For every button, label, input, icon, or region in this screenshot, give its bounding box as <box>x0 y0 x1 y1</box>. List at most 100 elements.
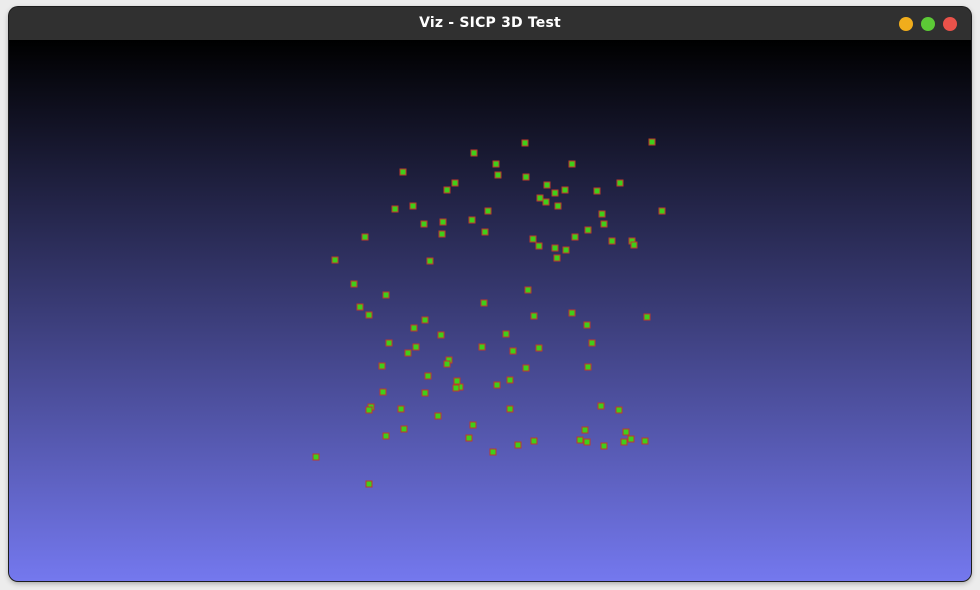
point-marker <box>421 389 429 397</box>
close-button[interactable] <box>943 17 957 31</box>
point-marker <box>385 339 393 347</box>
point-marker <box>521 139 529 147</box>
point-marker <box>522 173 530 181</box>
point-marker <box>361 233 369 241</box>
point-marker <box>453 377 461 385</box>
point-marker <box>382 291 390 299</box>
point-marker <box>583 438 591 446</box>
point-marker <box>399 168 407 176</box>
point-marker <box>630 241 638 249</box>
point-marker <box>465 434 473 442</box>
point-marker <box>437 331 445 339</box>
point-marker <box>478 343 486 351</box>
point-marker <box>658 207 666 215</box>
point-marker <box>365 480 373 488</box>
point-marker <box>568 160 576 168</box>
point-marker <box>484 207 492 215</box>
point-marker <box>451 179 459 187</box>
point-marker <box>562 246 570 254</box>
point-marker <box>410 324 418 332</box>
point-marker <box>400 425 408 433</box>
point-marker <box>588 339 596 347</box>
point-marker <box>641 437 649 445</box>
point-marker <box>420 220 428 228</box>
title-bar[interactable]: Viz - SICP 3D Test <box>9 7 971 40</box>
point-marker <box>468 216 476 224</box>
point-marker <box>581 426 589 434</box>
minimize-button[interactable] <box>899 17 913 31</box>
point-marker <box>426 257 434 265</box>
point-marker <box>506 376 514 384</box>
point-marker <box>480 299 488 307</box>
point-marker <box>412 343 420 351</box>
point-marker <box>350 280 358 288</box>
point-marker <box>492 160 500 168</box>
point-marker <box>506 405 514 413</box>
point-marker <box>434 412 442 420</box>
point-marker <box>443 186 451 194</box>
point-marker <box>404 349 412 357</box>
point-marker <box>489 448 497 456</box>
point-marker <box>600 442 608 450</box>
point-marker <box>600 220 608 228</box>
point-marker <box>493 381 501 389</box>
point-marker <box>616 179 624 187</box>
point-marker <box>397 405 405 413</box>
point-marker <box>643 313 651 321</box>
point-marker <box>608 237 616 245</box>
point-marker <box>648 138 656 146</box>
point-marker <box>379 388 387 396</box>
3d-viewport[interactable] <box>9 40 971 581</box>
point-marker <box>584 226 592 234</box>
point-marker <box>443 360 451 368</box>
app-window: Viz - SICP 3D Test <box>9 7 971 581</box>
point-marker <box>382 432 390 440</box>
point-marker <box>584 363 592 371</box>
point-marker <box>529 235 537 243</box>
point-marker <box>312 453 320 461</box>
maximize-button[interactable] <box>921 17 935 31</box>
point-marker <box>502 330 510 338</box>
point-marker <box>622 428 630 436</box>
point-marker <box>481 228 489 236</box>
point-marker <box>470 149 478 157</box>
scene-background <box>9 40 971 581</box>
point-marker <box>494 171 502 179</box>
point-marker <box>331 256 339 264</box>
window-title: Viz - SICP 3D Test <box>419 15 561 31</box>
point-marker <box>530 437 538 445</box>
point-marker <box>576 436 584 444</box>
point-marker <box>378 362 386 370</box>
point-marker <box>469 421 477 429</box>
point-marker <box>535 242 543 250</box>
point-marker <box>554 202 562 210</box>
point-marker <box>409 202 417 210</box>
point-marker <box>439 218 447 226</box>
point-marker <box>568 309 576 317</box>
point-marker <box>421 316 429 324</box>
point-marker <box>365 311 373 319</box>
point-marker <box>452 384 460 392</box>
point-marker <box>536 194 544 202</box>
point-marker <box>551 244 559 252</box>
point-marker <box>356 303 364 311</box>
point-marker <box>561 186 569 194</box>
point-marker <box>543 181 551 189</box>
point-marker <box>535 344 543 352</box>
point-marker <box>593 187 601 195</box>
point-marker <box>542 198 550 206</box>
point-marker <box>530 312 538 320</box>
point-marker <box>514 441 522 449</box>
point-marker <box>553 254 561 262</box>
point-marker <box>524 286 532 294</box>
point-marker <box>365 406 373 414</box>
point-marker <box>583 321 591 329</box>
scene-canvas[interactable] <box>9 40 971 581</box>
point-marker <box>571 233 579 241</box>
point-marker <box>598 210 606 218</box>
point-marker <box>391 205 399 213</box>
point-marker <box>438 230 446 238</box>
point-marker <box>620 438 628 446</box>
point-marker <box>627 435 635 443</box>
point-marker <box>509 347 517 355</box>
